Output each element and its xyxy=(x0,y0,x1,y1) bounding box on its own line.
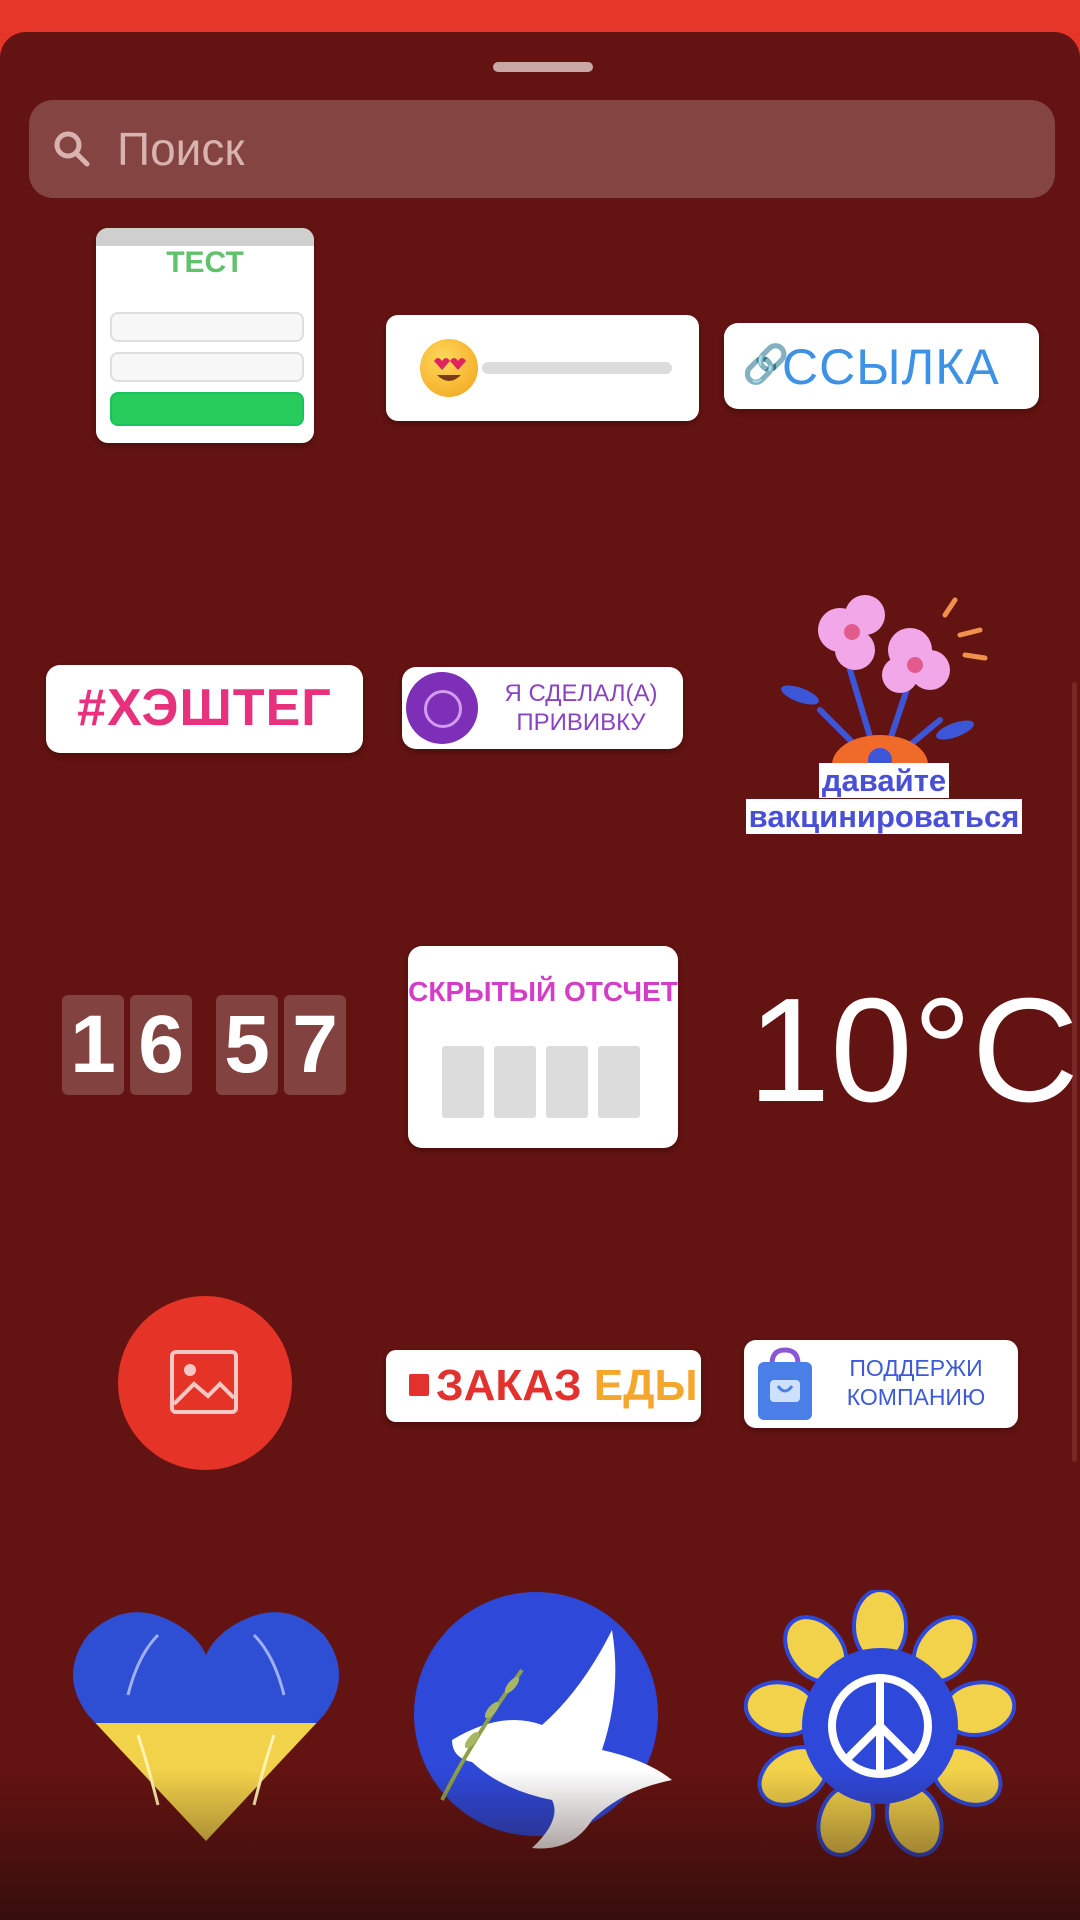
time-sticker[interactable]: 1 6 5 7 xyxy=(62,995,348,1099)
temperature-sticker[interactable]: 10°C xyxy=(748,976,1079,1126)
food-bag-icon xyxy=(409,1374,429,1396)
search-icon xyxy=(54,131,90,167)
image-icon xyxy=(170,1350,238,1414)
food-order-label: ЗАКАЗ ЕДЫ xyxy=(436,1362,698,1410)
heart-eyes-emoji-icon xyxy=(420,339,478,397)
support-business-label: ПОДДЕРЖИ КОМПАНИЮ xyxy=(846,1355,986,1410)
time-digit: 6 xyxy=(130,995,192,1095)
emoji-face-icon xyxy=(434,358,466,381)
flowers-caption: давайте вакцинироваться xyxy=(734,763,1034,835)
flowers-caption-line2: вакцинироваться xyxy=(745,799,1023,834)
countdown-title: СКРЫТЫЙ ОТСЧЕТ xyxy=(408,976,678,1007)
countdown-box xyxy=(546,1046,588,1118)
time-digit: 5 xyxy=(216,995,278,1095)
flowers-caption-line1: давайте xyxy=(818,763,950,798)
food-order-label-part1: ЗАКАЗ xyxy=(436,1361,594,1410)
support-business-sticker[interactable]: ПОДДЕРЖИ КОМПАНИЮ xyxy=(744,1340,1018,1428)
search-input[interactable]: Поиск xyxy=(29,100,1055,198)
link-label: ССЫЛКА xyxy=(782,339,1000,395)
quiz-header xyxy=(96,228,314,246)
sheet-grabber[interactable] xyxy=(493,62,593,72)
hashtag-label: #ХЭШТЕГ xyxy=(77,679,332,737)
countdown-box xyxy=(442,1046,484,1118)
countdown-box xyxy=(494,1046,536,1118)
vaccination-sticker[interactable]: Я СДЕЛАЛ(А) ПРИВИВКУ xyxy=(402,667,683,749)
peace-sunflower-icon[interactable] xyxy=(744,1590,1016,1862)
time-digit: 1 xyxy=(62,995,124,1095)
countdown-box xyxy=(598,1046,640,1118)
hashtag-sticker[interactable]: #ХЭШТЕГ xyxy=(46,665,363,753)
countdown-sticker[interactable]: СКРЫТЫЙ ОТСЧЕТ xyxy=(408,946,678,1148)
ukraine-heart-icon[interactable] xyxy=(68,1605,344,1845)
slider-track xyxy=(482,362,672,374)
shopping-bag-icon xyxy=(758,1347,812,1420)
photo-sticker[interactable] xyxy=(118,1296,292,1470)
quiz-option xyxy=(110,312,304,342)
emoji-slider-sticker[interactable] xyxy=(386,315,699,421)
peace-dove-icon[interactable] xyxy=(412,1590,677,1858)
quiz-option xyxy=(110,352,304,382)
search-placeholder: Поиск xyxy=(117,123,245,175)
quiz-title: ТЕСТ xyxy=(166,246,244,279)
food-order-label-part2: ЕДЫ xyxy=(593,1361,698,1410)
vaccination-label: Я СДЕЛАЛ(А) ПРИВИВКУ xyxy=(504,680,658,736)
vaccine-badge-icon xyxy=(406,672,478,744)
quiz-sticker[interactable]: ТЕСТ xyxy=(96,228,314,443)
time-digit: 7 xyxy=(284,995,346,1095)
quiz-option-correct xyxy=(110,392,304,426)
food-order-sticker[interactable]: ЗАКАЗ ЕДЫ xyxy=(386,1350,701,1422)
link-sticker[interactable]: 🔗 ССЫЛКА xyxy=(724,323,1039,409)
